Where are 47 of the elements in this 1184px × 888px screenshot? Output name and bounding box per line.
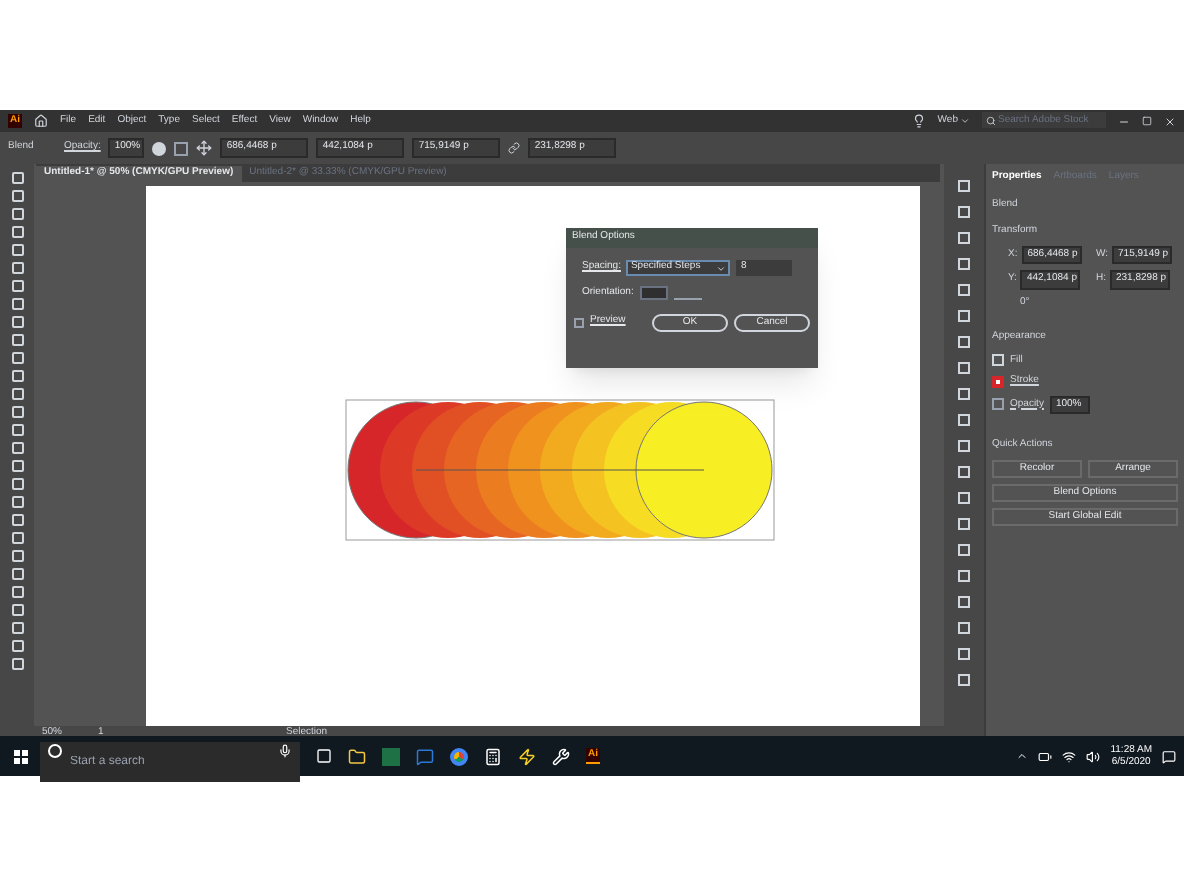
stroke-swatch[interactable] (992, 375, 1004, 388)
wrench-icon[interactable] (552, 747, 570, 765)
panel-icon[interactable] (958, 232, 970, 244)
task-view-icon[interactable] (316, 748, 332, 764)
panel-icon[interactable] (958, 388, 970, 400)
lightning-icon[interactable] (518, 747, 536, 765)
network-icon[interactable] (1062, 749, 1077, 763)
panel-icon[interactable] (958, 596, 970, 608)
microphone-icon[interactable] (278, 744, 292, 758)
caret-icon (960, 116, 970, 126)
calculator-icon[interactable] (484, 747, 502, 765)
panel-icon[interactable] (958, 414, 970, 426)
maximize-icon[interactable] (1142, 116, 1152, 126)
panel-icon[interactable] (958, 180, 970, 192)
panel-icon[interactable] (958, 622, 970, 634)
search-icon (986, 115, 996, 126)
panel-icon[interactable] (958, 674, 970, 686)
browser-icon[interactable] (450, 747, 468, 765)
panel-icon[interactable] (958, 258, 970, 270)
minimize-icon[interactable] (1118, 115, 1130, 127)
tray-expand-icon[interactable] (1016, 750, 1029, 762)
panel-icon[interactable] (958, 284, 970, 296)
volume-icon[interactable] (1086, 749, 1101, 763)
panel-icon[interactable] (958, 206, 970, 218)
panel-icon[interactable] (958, 648, 970, 660)
lightbulb-icon[interactable] (911, 114, 926, 128)
close-icon[interactable] (1164, 115, 1176, 127)
panel-icon[interactable] (958, 466, 970, 478)
panel-icon[interactable] (958, 492, 970, 504)
fill-swatch[interactable] (992, 354, 1004, 367)
folder-icon[interactable] (348, 747, 366, 765)
link-icon[interactable] (508, 142, 521, 154)
transform-icon[interactable] (196, 140, 213, 156)
panel-icon[interactable] (958, 440, 970, 452)
spreadsheet-icon[interactable] (382, 747, 400, 765)
panel-icon[interactable] (958, 362, 970, 374)
panel-icon[interactable] (958, 336, 970, 348)
panel-icon[interactable] (958, 310, 970, 322)
panel-icon[interactable] (958, 570, 970, 582)
battery-icon[interactable] (1038, 749, 1053, 763)
home-icon[interactable] (34, 114, 48, 128)
preview-checkbox[interactable] (574, 317, 584, 327)
panel-icon[interactable] (958, 544, 970, 556)
panel-icon[interactable] (958, 518, 970, 530)
notifications-icon[interactable] (1162, 749, 1176, 763)
align-to-page-button[interactable] (639, 286, 668, 301)
caret-icon (716, 263, 727, 273)
